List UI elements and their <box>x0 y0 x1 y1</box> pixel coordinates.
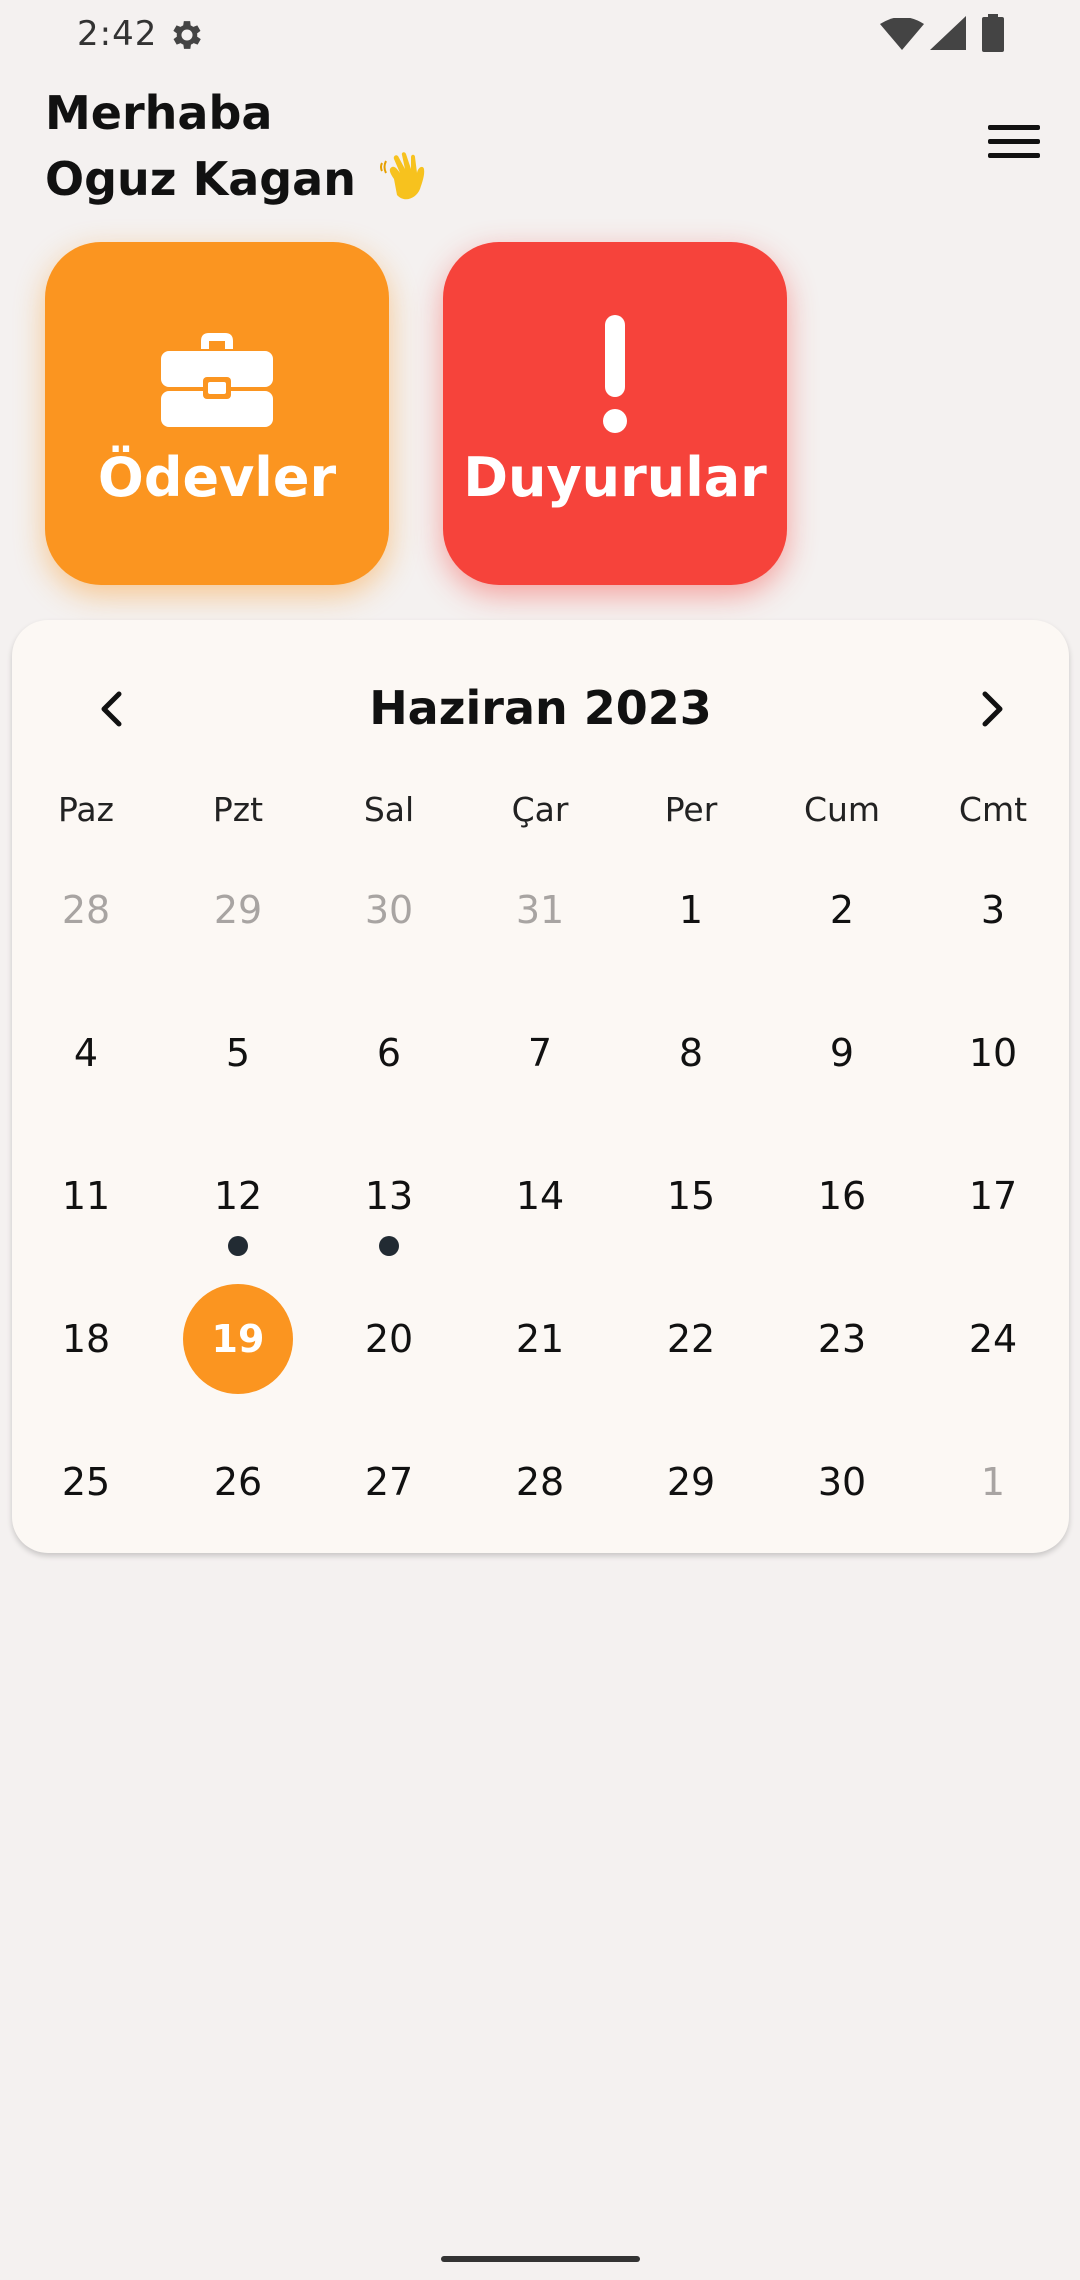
briefcase-icon <box>161 332 273 427</box>
calendar-day-number: 23 <box>817 1317 867 1361</box>
event-dot <box>379 1236 399 1256</box>
calendar-day[interactable]: 9 <box>772 998 912 1108</box>
calendar-day[interactable]: 14 <box>470 1141 610 1251</box>
calendar-day[interactable]: 27 <box>319 1427 459 1537</box>
calendar-day[interactable]: 26 <box>168 1427 308 1537</box>
calendar-day[interactable]: 15 <box>621 1141 761 1251</box>
user-name: Oguz Kagan <box>45 152 356 206</box>
menu-button[interactable] <box>978 110 1050 174</box>
calendar-day-number: 15 <box>666 1174 716 1218</box>
calendar-day-number: 6 <box>376 1031 402 1075</box>
calendar-day-number: 30 <box>817 1460 867 1504</box>
greeting-line1: Merhaba <box>45 86 273 140</box>
calendar-day-number: 31 <box>515 888 565 932</box>
calendar-day[interactable]: 2 <box>772 855 912 965</box>
calendar-day-number: 1 <box>678 888 704 932</box>
calendar-day[interactable]: 3 <box>923 855 1063 965</box>
greeting-line2: Oguz Kagan <box>45 146 436 212</box>
announcements-tile[interactable]: Duyurular <box>443 242 787 585</box>
gear-icon <box>173 21 201 49</box>
calendar-day-number: 12 <box>213 1174 263 1218</box>
calendar-day-number: 18 <box>61 1317 111 1361</box>
greeting: Merhaba Oguz Kagan <box>45 80 436 212</box>
status-bar: 2:42 <box>0 0 1080 70</box>
calendar-day[interactable]: 7 <box>470 998 610 1108</box>
calendar-day[interactable]: 31 <box>470 855 610 965</box>
calendar-day-number: 17 <box>968 1174 1018 1218</box>
calendar-day[interactable]: 6 <box>319 998 459 1108</box>
event-dot <box>228 1236 248 1256</box>
calendar-day-number: 29 <box>666 1460 716 1504</box>
calendar-day[interactable]: 16 <box>772 1141 912 1251</box>
calendar-day-number: 25 <box>61 1460 111 1504</box>
calendar-day-number: 2 <box>829 888 855 932</box>
calendar-day[interactable]: 28 <box>16 855 156 965</box>
calendar-day[interactable]: 20 <box>319 1284 459 1394</box>
calendar-day-number: 4 <box>73 1031 99 1075</box>
calendar-day-number: 20 <box>364 1317 414 1361</box>
calendar-day-number: 10 <box>968 1031 1018 1075</box>
calendar-day[interactable]: 18 <box>16 1284 156 1394</box>
calendar-day[interactable]: 28 <box>470 1427 610 1537</box>
calendar-day-number: 14 <box>515 1174 565 1218</box>
home-indicator[interactable] <box>441 2256 640 2262</box>
calendar-day[interactable]: 23 <box>772 1284 912 1394</box>
calendar-day-number: 26 <box>213 1460 263 1504</box>
announcements-label: Duyurular <box>463 445 767 509</box>
calendar-day[interactable]: 25 <box>16 1427 156 1537</box>
waving-hand-icon <box>380 152 425 200</box>
calendar-day[interactable]: 22 <box>621 1284 761 1394</box>
calendar-day-number: 22 <box>666 1317 716 1361</box>
battery-icon <box>982 14 1004 52</box>
calendar-day[interactable]: 1 <box>621 855 761 965</box>
calendar-day-number: 1 <box>980 1460 1006 1504</box>
status-time: 2:42 <box>77 14 158 54</box>
calendar-day[interactable]: 24 <box>923 1284 1063 1394</box>
calendar-day-number: 11 <box>61 1174 111 1218</box>
calendar-day-number: 21 <box>515 1317 565 1361</box>
calendar-days-grid: 28 29 30 31 1 2 3 4 5 6 7 8 9 10 11 12 13 14 15 16 17 18 19 20 2… <box>12 620 1069 1553</box>
calendar-day-number: 29 <box>213 888 263 932</box>
exclamation-icon <box>603 314 627 433</box>
wifi-icon <box>880 18 924 50</box>
calendar-day[interactable]: 29 <box>168 855 308 965</box>
assignments-label: Ödevler <box>97 445 337 509</box>
calendar-day-number: 28 <box>61 888 111 932</box>
calendar-day[interactable]: 17 <box>923 1141 1063 1251</box>
calendar-day[interactable]: 5 <box>168 998 308 1108</box>
calendar-day[interactable]: 11 <box>16 1141 156 1251</box>
calendar-day[interactable]: 10 <box>923 998 1063 1108</box>
calendar-day-number: 19 <box>183 1284 293 1394</box>
calendar-day-selected[interactable]: 19 <box>168 1284 308 1394</box>
calendar-day-number: 5 <box>225 1031 251 1075</box>
calendar-day-number: 9 <box>829 1031 855 1075</box>
calendar-day-number: 16 <box>817 1174 867 1218</box>
calendar-day-number: 28 <box>515 1460 565 1504</box>
calendar-day[interactable]: 12 <box>168 1141 308 1251</box>
calendar-day[interactable]: 21 <box>470 1284 610 1394</box>
calendar-day[interactable]: 4 <box>16 998 156 1108</box>
hamburger-menu-icon <box>988 125 1040 158</box>
calendar-day-number: 7 <box>527 1031 553 1075</box>
calendar-day-number: 30 <box>364 888 414 932</box>
calendar-day[interactable]: 13 <box>319 1141 459 1251</box>
cellular-icon <box>930 16 966 50</box>
calendar-day[interactable]: 29 <box>621 1427 761 1537</box>
calendar-day[interactable]: 30 <box>772 1427 912 1537</box>
calendar-day-number: 27 <box>364 1460 414 1504</box>
calendar-day-number: 8 <box>678 1031 704 1075</box>
calendar-card: Haziran 2023 Paz Pzt Sal Çar Per Cum Cmt 28 29 3… <box>12 620 1069 1553</box>
calendar-day-number: 3 <box>980 888 1006 932</box>
calendar-day[interactable]: 30 <box>319 855 459 965</box>
calendar-day[interactable]: 8 <box>621 998 761 1108</box>
calendar-day-number: 13 <box>364 1174 414 1218</box>
calendar-day[interactable]: 1 <box>923 1427 1063 1537</box>
assignments-tile[interactable]: Ödevler <box>45 242 389 585</box>
calendar-day-number: 24 <box>968 1317 1018 1361</box>
